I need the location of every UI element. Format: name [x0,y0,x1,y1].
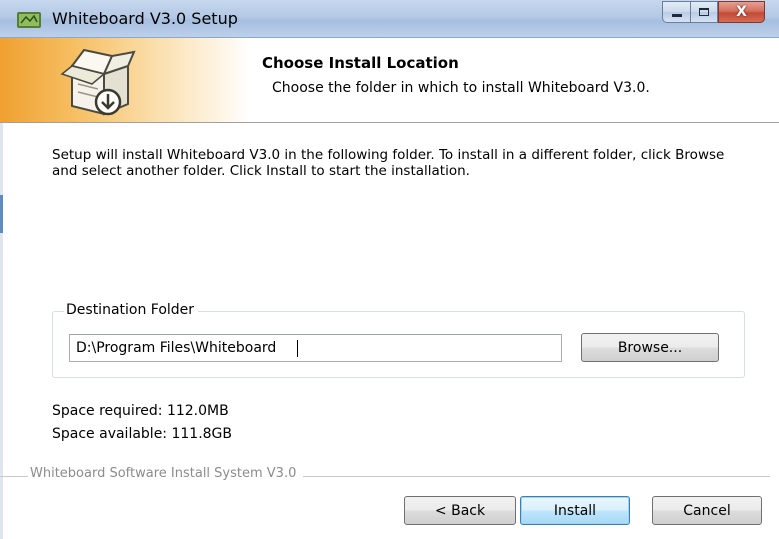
minimize-icon [671,13,682,17]
cancel-button[interactable]: Cancel [652,496,762,525]
page-title: Choose Install Location [262,54,459,72]
maximize-icon [699,8,709,16]
destination-path-input[interactable] [69,334,562,362]
window-controls: X [662,1,765,23]
space-required-text: Space required: 112.0MB [52,403,229,419]
installer-branding: Whiteboard Software Install System V3.0 [28,466,304,481]
close-icon: X [736,4,747,20]
page-header: Choose Install Location Choose the folde… [0,38,779,123]
install-button[interactable]: Install [520,496,630,525]
whiteboard-app-icon [17,12,41,28]
space-available-text: Space available: 111.8GB [52,426,233,442]
instructions-text: Setup will install Whiteboard V3.0 in th… [52,147,725,179]
page-subtitle: Choose the folder in which to install Wh… [272,80,650,96]
back-button[interactable]: < Back [404,496,516,525]
destination-folder-label: Destination Folder [64,302,199,318]
minimize-button[interactable] [662,1,690,23]
window-title: Whiteboard V3.0 Setup [52,9,238,28]
maximize-button[interactable] [690,1,718,23]
close-button[interactable]: X [718,1,765,23]
browse-button[interactable]: Browse... [581,333,719,362]
left-edge-marker [0,195,3,233]
text-caret [297,340,298,357]
title-bar[interactable]: Whiteboard V3.0 Setup X [0,0,779,38]
install-box-icon [60,48,136,116]
